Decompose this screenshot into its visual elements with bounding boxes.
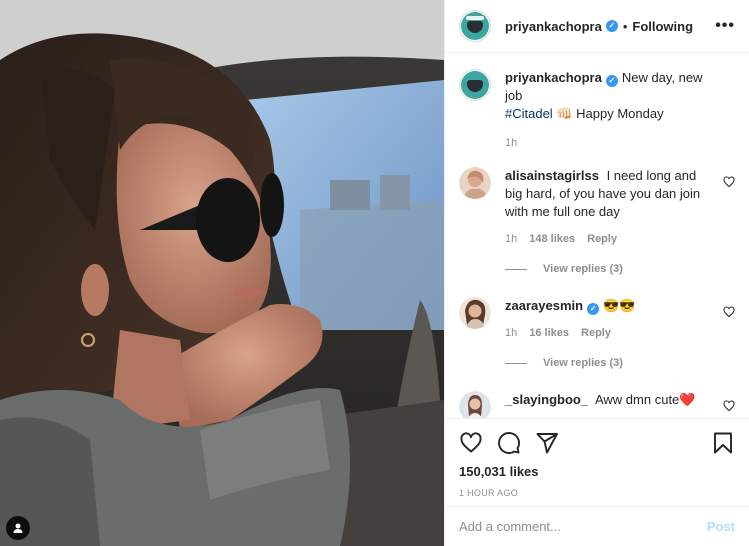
comment-username[interactable]: _slayingboo_ [505,392,588,407]
post-photo[interactable] [0,0,444,546]
replies-divider [505,362,527,364]
instagram-post: priyankachopra ✓ • Following ••• priyank… [0,0,749,546]
caption-text-after: Happy Monday [576,106,664,121]
comments-list[interactable]: priyankachopra ✓ New day, new job #Citadel… [445,53,749,418]
post-sidebar: priyankachopra ✓ • Following ••• priyank… [444,0,749,546]
view-replies-label: View replies (3) [543,263,623,275]
post-actions: 150,031 likes 1 HOUR AGO Post [445,418,749,546]
following-button[interactable]: Following [632,19,693,34]
author-avatar[interactable] [459,10,491,42]
commenter-avatar[interactable] [459,391,491,418]
verified-badge-icon: ✓ [587,303,600,315]
comment-username[interactable]: alisainstagirlss [505,168,599,183]
comment-likes[interactable]: 148 likes [529,233,575,245]
comment-item: zaarayesmin ✓ 😎😎 1h 16 likes Reply [459,297,735,339]
commenter-avatar[interactable] [459,167,491,199]
posted-time[interactable]: 1 HOUR AGO [459,488,735,498]
action-icons [459,431,735,455]
hashtag-link[interactable]: #Citadel [505,106,553,121]
comment-username[interactable]: zaarayesmin [505,298,583,313]
view-replies-button[interactable]: View replies (3) [505,357,735,369]
comment-text: Aww dmn cute❤️ [594,392,696,407]
author-username[interactable]: priyankachopra [505,19,602,34]
commenter-avatar[interactable] [459,297,491,329]
caption: priyankachopra ✓ New day, new job #Citadel… [459,69,735,149]
comment-item: _slayingboo_ Aww dmn cute❤️ [459,391,735,418]
more-options-icon[interactable]: ••• [715,17,735,35]
verified-badge-icon: ✓ [605,20,618,32]
comment-bubble-icon[interactable] [497,431,521,455]
caption-time[interactable]: 1h [505,137,517,149]
view-replies-button[interactable]: View replies (3) [505,263,735,275]
likes-count[interactable]: 150,031 likes [459,464,735,479]
comment-likes[interactable]: 16 likes [529,327,569,339]
comment-item: alisainstagirlss I need long and big har… [459,167,735,245]
comment-meta: 1h 148 likes Reply [505,233,713,245]
bookmark-icon[interactable] [711,431,735,455]
add-comment-input[interactable] [459,519,707,534]
small-heart-icon[interactable] [723,176,735,188]
small-heart-icon[interactable] [723,400,735,412]
caption-username[interactable]: priyankachopra [505,70,602,85]
caption-emoji: 👊🏻 [556,106,573,121]
post-comment-button[interactable]: Post [707,519,735,534]
comment-time[interactable]: 1h [505,233,517,245]
caption-meta: 1h [505,137,713,149]
header-separator: • [622,18,628,34]
comment-meta: 1h 16 likes Reply [505,327,713,339]
reply-button[interactable]: Reply [587,233,617,245]
paper-plane-icon[interactable] [535,431,559,455]
reply-button[interactable]: Reply [581,327,611,339]
verified-badge-icon: ✓ [605,75,618,87]
view-replies-label: View replies (3) [543,357,623,369]
heart-icon[interactable] [459,431,483,455]
person-tag-icon[interactable] [6,516,30,540]
comment-text: 😎😎 [603,298,636,313]
post-header: priyankachopra ✓ • Following ••• [445,0,749,53]
replies-divider [505,268,527,270]
small-heart-icon[interactable] [723,306,735,318]
caption-avatar[interactable] [459,69,491,101]
photo-scene [0,0,444,546]
comment-time[interactable]: 1h [505,327,517,339]
add-comment-bar: Post [445,506,749,546]
